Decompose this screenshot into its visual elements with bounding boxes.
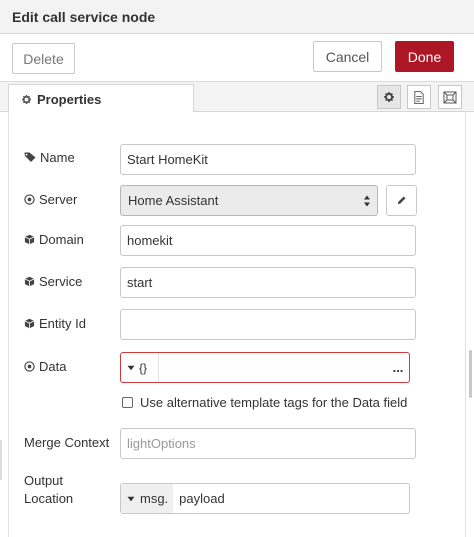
tab-description-button[interactable] (407, 85, 431, 109)
target-icon (24, 361, 35, 372)
select-arrows-icon (363, 194, 371, 208)
action-bar: Delete Cancel Done (0, 34, 474, 82)
tab-settings-button[interactable] (377, 85, 401, 109)
cube-icon (24, 318, 35, 329)
output-location-type-selector[interactable]: msg. (121, 484, 174, 513)
output-location-value: payload (179, 491, 225, 506)
data-type-symbol: {} (139, 360, 148, 375)
data-expand-button[interactable]: ... (387, 353, 409, 382)
tab-properties-label: Properties (37, 91, 102, 107)
gear-icon (21, 94, 32, 105)
cube-icon (24, 234, 35, 245)
alt-template-tags-row: Use alternative template tags for the Da… (122, 395, 407, 410)
dialog-title: Edit call service node (12, 9, 156, 25)
merge-context-input[interactable]: lightOptions (120, 428, 416, 459)
gear-icon (383, 91, 395, 103)
domain-label: Domain (24, 232, 84, 247)
entity-id-input[interactable] (120, 309, 416, 340)
cancel-button[interactable]: Cancel (313, 41, 382, 72)
tabs-bar: Properties (0, 82, 474, 113)
output-location-type-prefix: msg. (140, 491, 169, 506)
server-select[interactable]: Home Assistant (120, 185, 378, 216)
tab-properties[interactable]: Properties (8, 84, 194, 113)
target-icon (24, 194, 35, 205)
server-label: Server (24, 192, 77, 207)
service-input[interactable]: start (120, 267, 416, 298)
tag-icon (24, 152, 36, 163)
tab-appearance-button[interactable] (438, 85, 462, 109)
edit-server-button[interactable] (386, 185, 417, 216)
data-type-selector[interactable]: {} (121, 353, 159, 382)
server-select-value: Home Assistant (128, 193, 219, 208)
alt-template-tags-label: Use alternative template tags for the Da… (140, 395, 408, 410)
data-input[interactable]: {} ... (120, 352, 410, 383)
appearance-icon (443, 91, 457, 104)
scrollbar-thumb[interactable] (469, 350, 472, 398)
caret-down-icon (127, 365, 135, 371)
name-label: Name (24, 150, 75, 165)
data-label: Data (24, 359, 66, 374)
service-label: Service (24, 274, 82, 289)
output-location-label: Output Location (24, 473, 74, 506)
cube-icon (24, 276, 35, 287)
merge-context-label: Merge Context (24, 435, 110, 450)
domain-input[interactable]: homekit (120, 225, 416, 256)
description-icon (413, 90, 425, 104)
entity-id-label: Entity Id (24, 316, 86, 331)
pencil-icon (396, 195, 407, 206)
dialog-titlebar: Edit call service node (0, 0, 474, 34)
caret-down-icon (127, 496, 135, 502)
output-location-input[interactable]: msg. payload (120, 483, 410, 514)
alt-template-tags-checkbox[interactable] (122, 397, 133, 408)
done-button[interactable]: Done (395, 41, 454, 72)
panel-edge-divider (0, 440, 2, 480)
name-input[interactable]: Start HomeKit (120, 144, 416, 175)
delete-button[interactable]: Delete (12, 43, 75, 74)
